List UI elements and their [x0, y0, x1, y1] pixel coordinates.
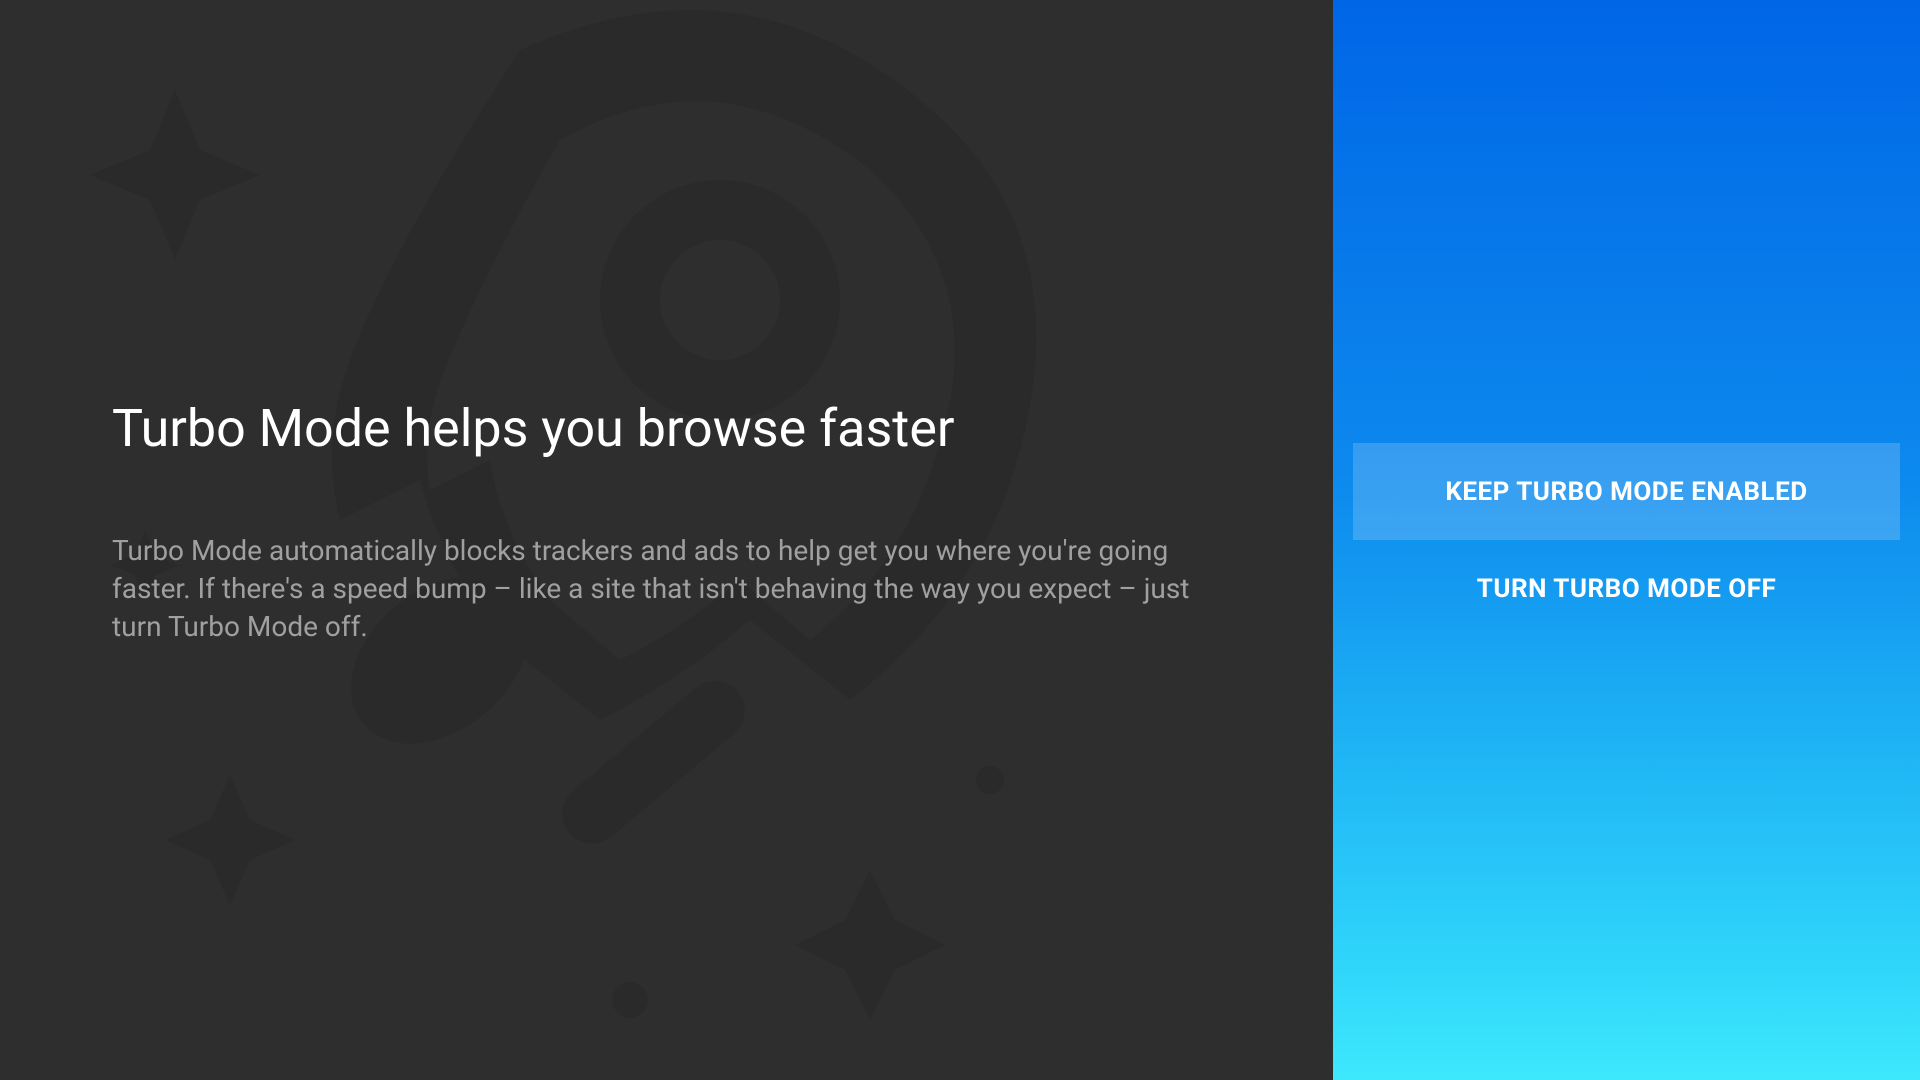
keep-turbo-enabled-button[interactable]: KEEP TURBO MODE ENABLED	[1353, 443, 1900, 540]
info-panel: Turbo Mode helps you browse faster Turbo…	[0, 0, 1333, 1080]
turbo-mode-dialog: Turbo Mode helps you browse faster Turbo…	[0, 0, 1920, 1080]
page-description: Turbo Mode automatically blocks trackers…	[112, 532, 1221, 645]
action-panel: KEEP TURBO MODE ENABLED TURN TURBO MODE …	[1333, 0, 1920, 1080]
turn-turbo-off-button[interactable]: TURN TURBO MODE OFF	[1353, 540, 1900, 637]
page-title: Turbo Mode helps you browse faster	[112, 398, 1221, 460]
button-group: KEEP TURBO MODE ENABLED TURN TURBO MODE …	[1353, 443, 1900, 637]
